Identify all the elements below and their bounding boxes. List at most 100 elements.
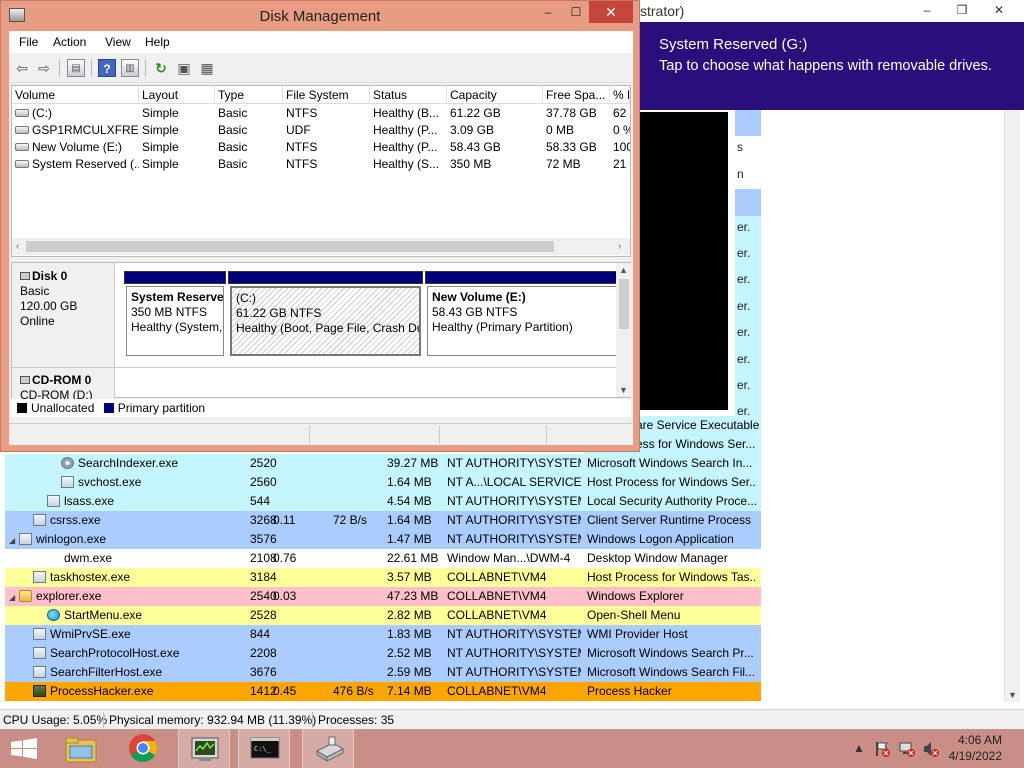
properties-icon[interactable]: ▥	[121, 59, 139, 77]
toolbar: ⇦ ⇨ ▤ ? ▥ ↻ ▣ ▦	[9, 53, 633, 83]
volume-type-cell: Basic	[215, 105, 283, 122]
process-description: Microsoft Windows Search Fil...	[587, 665, 756, 679]
disk-properties-icon[interactable]: ▦	[198, 59, 216, 77]
process-name: svchost.exe	[78, 475, 142, 489]
disk-management-client: File Action View Help ⇦ ⇨ ▤ ? ▥ ↻ ▣ ▦ Vo…	[9, 31, 633, 445]
column-header-layout[interactable]: Layout	[139, 86, 215, 104]
process-row[interactable]: SearchFilterHost.exe 3676 2.59 MB NT AUTHOR…	[5, 663, 761, 682]
process-user: NT AUTHORITY\SYSTEM	[447, 665, 581, 679]
volume-row[interactable]: System Reserved (... Simple Basic NTFS Healt…	[12, 156, 630, 173]
process-hacker-title: strator)	[640, 3, 685, 19]
process-row[interactable]: ◢ winlogon.exe 3576 1.47 MB NT AUTHORITY\SYS…	[5, 530, 761, 549]
process-row[interactable]: SearchProtocolHost.exe 2208 2.52 MB NT AUTH…	[5, 644, 761, 663]
taskbar: C:\_ ▲ 4:06 AM 4/19/2022	[0, 729, 1024, 768]
back-arrow-icon[interactable]: ⇦	[13, 59, 31, 77]
process-list-scrollbar[interactable]: ▼	[1004, 110, 1020, 702]
scroll-down-arrow-icon[interactable]: ▼	[1008, 690, 1017, 700]
menu-help[interactable]: Help	[145, 35, 170, 49]
legend-unallocated: Unallocated	[31, 401, 95, 415]
removable-drive-notification[interactable]: System Reserved (G:) Tap to choose what …	[640, 22, 1024, 110]
partition-c[interactable]: (C:) 61.22 GB NTFS Healthy (Boot, Page F…	[228, 271, 423, 358]
process-row[interactable]: svchost.exe 2560 1.64 MB NT A...\LOCAL SERV…	[5, 473, 761, 492]
column-header-percent-free[interactable]: % F	[610, 86, 630, 104]
menu-file[interactable]: File	[19, 35, 38, 49]
help-icon[interactable]: ?	[98, 59, 116, 77]
process-row[interactable]: ProcessHacker.exe 1412 0.45 476 B/s 7.14 MB C…	[5, 682, 761, 701]
notification-title: System Reserved (G:)	[659, 36, 808, 53]
process-row[interactable]: StartMenu.exe 2528 2.82 MB COLLABNET\VM4 Ope…	[5, 606, 761, 625]
disk-management-taskbar-button[interactable]	[302, 729, 354, 768]
start-button[interactable]	[0, 729, 48, 768]
action-center-flag-icon[interactable]	[873, 740, 891, 758]
volume-icon	[15, 160, 29, 168]
column-header-file-system[interactable]: File System	[283, 86, 370, 104]
maximize-button[interactable]: ❐	[947, 0, 977, 22]
volume-layout: Simple	[142, 157, 179, 171]
maximize-button[interactable]: ☐	[562, 1, 590, 23]
volume-file-system-cell: NTFS	[283, 156, 370, 173]
process-name-cell: SearchProtocolHost.exe	[5, 644, 255, 663]
volume-muted-icon[interactable]	[922, 740, 940, 758]
scroll-down-arrow-icon[interactable]: ▼	[619, 385, 628, 395]
scroll-right-arrow-icon[interactable]: ›	[618, 238, 621, 255]
volume-list-horizontal-scrollbar[interactable]: ‹ ›	[12, 238, 630, 255]
expand-collapse-icon[interactable]: ◢	[9, 588, 19, 607]
network-icon[interactable]	[898, 740, 916, 758]
volume-row[interactable]: (C:) Simple Basic NTFS Healthy (B... 61.22 GB…	[12, 105, 630, 122]
column-header-volume[interactable]: Volume	[12, 86, 139, 104]
process-name: explorer.exe	[36, 589, 102, 603]
show-hide-console-tree-icon[interactable]: ▤	[67, 59, 85, 77]
volume-free-space-cell: 37.78 GB	[543, 105, 610, 122]
process-user: NT A...\LOCAL SERVICE	[447, 475, 581, 489]
volume-layout-cell: Simple	[139, 122, 215, 139]
menu-view[interactable]: View	[105, 35, 131, 49]
partial-column-cell: er.	[735, 321, 761, 349]
disk-0-label[interactable]: Disk 0 Basic 120.00 GB Online	[12, 263, 115, 367]
process-row[interactable]: csrss.exe 3268 0.11 72 B/s 1.64 MB NT AUTHORI…	[5, 511, 761, 530]
refresh-icon[interactable]: ↻	[152, 59, 170, 77]
process-row[interactable]: WmiPrvSE.exe 844 1.83 MB NT AUTHORITY\SYSTE…	[5, 625, 761, 644]
volume-row[interactable]: New Volume (E:) Simple Basic NTFS Healthy (P…	[12, 139, 630, 156]
process-row[interactable]: lsass.exe 544 4.54 MB NT AUTHORITY\SYSTEM Lo…	[5, 492, 761, 511]
volume-layout-cell: Simple	[139, 139, 215, 156]
forward-arrow-icon[interactable]: ⇨	[35, 59, 53, 77]
column-header-status[interactable]: Status	[370, 86, 447, 104]
rescan-disks-icon[interactable]: ▣	[175, 59, 193, 77]
minimize-button[interactable]: –	[534, 1, 562, 23]
volume-row[interactable]: GSP1RMCULXFRE... Simple Basic UDF Healthy (P…	[12, 122, 630, 139]
partition-new-volume-e[interactable]: New Volume (E:) 58.43 GB NTFS Healthy (P…	[425, 271, 619, 358]
disk-management-titlebar[interactable]: Disk Management – ☐ ✕	[1, 1, 639, 31]
show-hidden-icons-icon[interactable]: ▲	[853, 741, 865, 755]
partition-system-reserved[interactable]: System Reserve 350 MB NTFS Healthy (Syst…	[124, 271, 226, 358]
process-row[interactable]: taskhostex.exe 3184 3.57 MB COLLABNET\VM4 Ho…	[5, 568, 761, 587]
cdrom-0-label[interactable]: CD-ROM 0 CD-ROM (D:)	[12, 368, 115, 402]
chrome-taskbar-button[interactable]	[117, 729, 169, 768]
command-prompt-taskbar-button[interactable]: C:\_	[238, 729, 290, 768]
process-row[interactable]: dwm.exe 2108 0.76 22.61 MB Window Man...\DWM…	[5, 549, 761, 568]
process-row[interactable]: ◢ explorer.exe 2540 0.03 47.23 MB COLLABNET\V…	[5, 587, 761, 606]
process-user: COLLABNET\VM4	[447, 570, 547, 584]
notification-body: Tap to choose what happens with removabl…	[659, 58, 992, 74]
taskbar-clock[interactable]: 4:06 AM 4/19/2022	[949, 732, 1002, 764]
scroll-up-arrow-icon[interactable]: ▲	[619, 265, 628, 275]
close-button[interactable]: ✕	[589, 1, 633, 23]
expand-collapse-icon[interactable]: ◢	[9, 531, 19, 550]
menu-action[interactable]: Action	[53, 35, 86, 49]
process-row[interactable]: SearchIndexer.exe 2520 39.27 MB NT AUTHORIT…	[5, 454, 761, 473]
disk-view-scrollbar[interactable]: ▲ ▼	[616, 263, 631, 397]
disk-management-icon	[315, 736, 345, 762]
volume-capacity: 350 MB	[450, 157, 492, 171]
column-header-free-space[interactable]: Free Spa...	[543, 86, 610, 104]
scrollbar-thumb[interactable]	[619, 279, 629, 329]
process-name: WmiPrvSE.exe	[50, 627, 131, 641]
column-header-capacity[interactable]: Capacity	[447, 86, 543, 104]
volume-status: Healthy (B...	[373, 106, 440, 120]
scroll-left-arrow-icon[interactable]: ‹	[16, 238, 19, 255]
scrollbar-thumb[interactable]	[26, 241, 554, 252]
column-header-type[interactable]: Type	[215, 86, 283, 104]
file-explorer-taskbar-button[interactable]	[55, 729, 107, 768]
volume-file-system-cell: NTFS	[283, 105, 370, 122]
minimize-button[interactable]: –	[912, 0, 942, 22]
process-hacker-taskbar-button[interactable]	[178, 729, 230, 768]
close-button[interactable]: ✕	[984, 0, 1014, 22]
